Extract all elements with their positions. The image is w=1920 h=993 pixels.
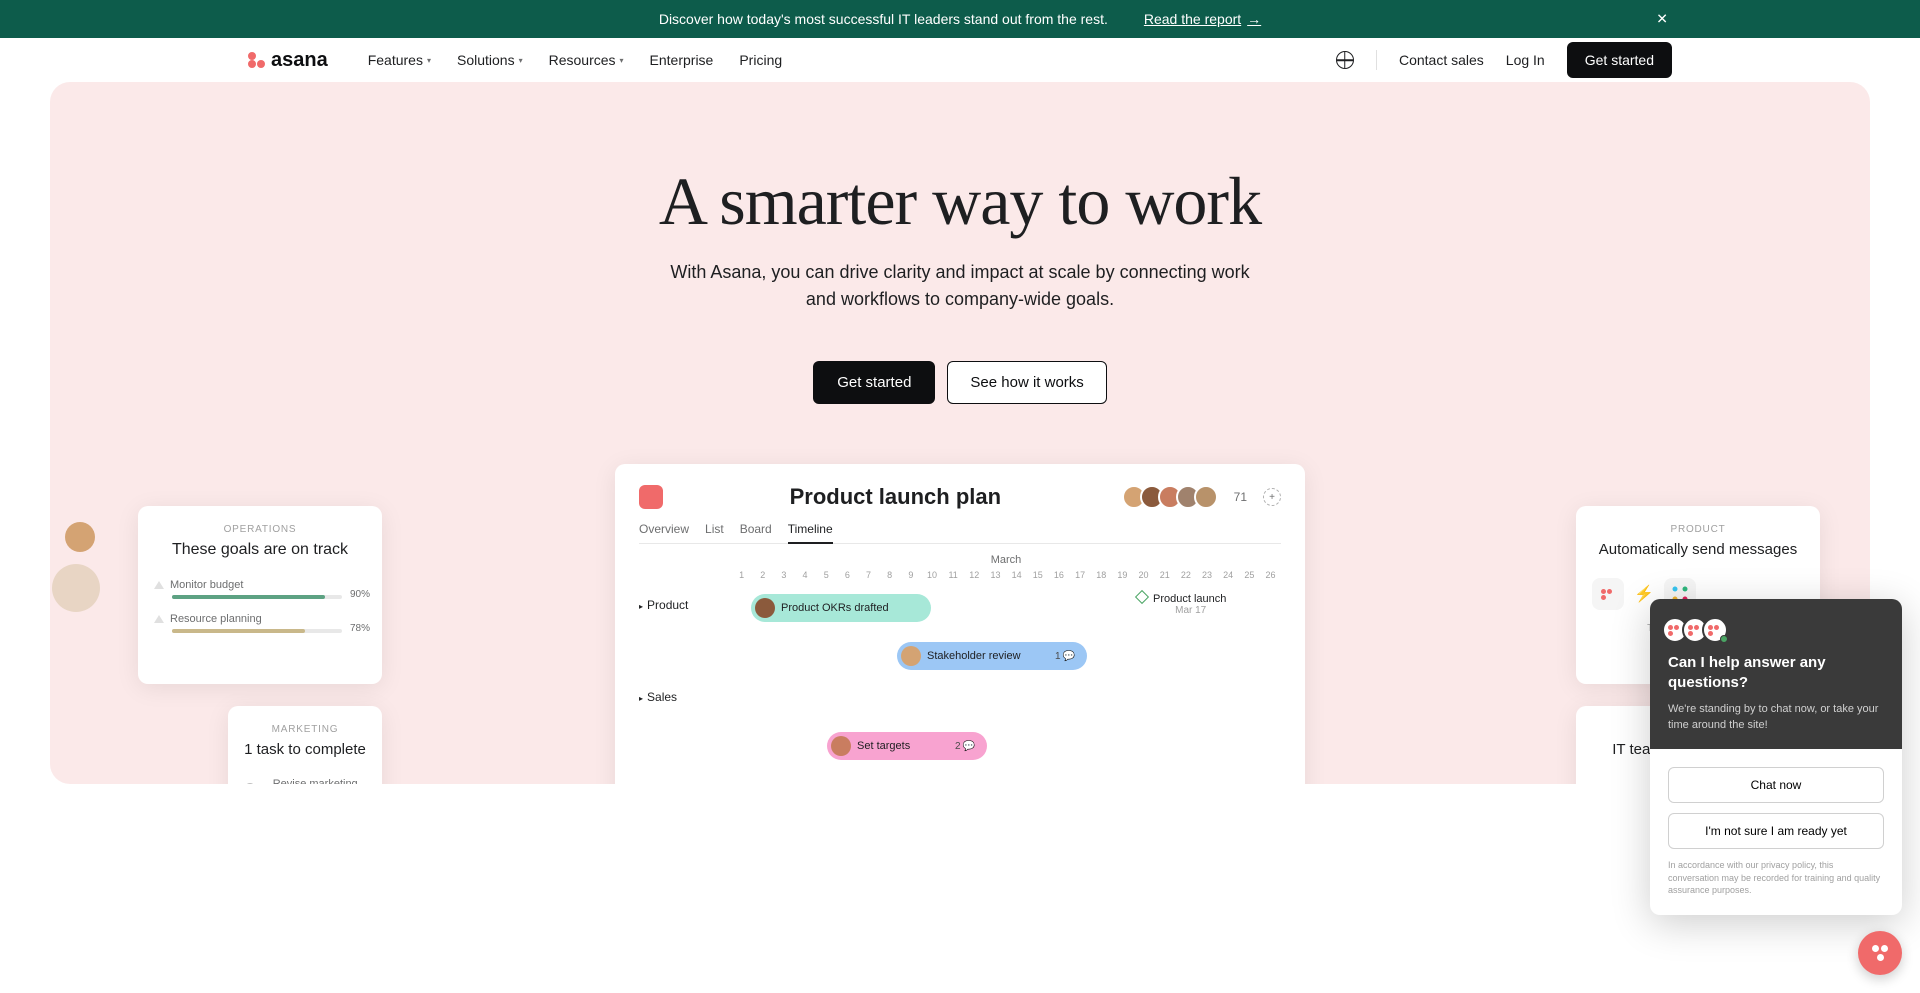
task-pill[interactable]: Product OKRs drafted: [751, 594, 931, 622]
brand-logo[interactable]: asana: [248, 49, 328, 72]
chat-not-ready-button[interactable]: I'm not sure I am ready yet: [1668, 813, 1884, 849]
login-link[interactable]: Log In: [1506, 52, 1545, 68]
project-title: Product launch plan: [673, 484, 1118, 510]
announcement-banner: Discover how today's most successful IT …: [0, 0, 1920, 38]
timeline-days: 1234567891011121314151617181920212223242…: [731, 570, 1281, 580]
nav-pricing[interactable]: Pricing: [739, 52, 782, 68]
goal-label: Resource planning: [170, 613, 262, 625]
triangle-icon: [154, 581, 164, 589]
member-avatars: [1128, 485, 1218, 509]
task-pill[interactable]: Stakeholder review 1 💬: [897, 642, 1087, 670]
card-tag: MARKETING: [244, 724, 366, 735]
hero-title: A smarter way to work: [50, 162, 1870, 241]
project-tabs: Overview List Board Timeline: [639, 522, 1281, 544]
main-nav: asana Features▾ Solutions▾ Resources▾ En…: [0, 38, 1920, 82]
member-count: 71: [1234, 490, 1247, 504]
tab-overview[interactable]: Overview: [639, 522, 689, 537]
banner-text: Discover how today's most successful IT …: [659, 11, 1108, 27]
triangle-icon: [154, 615, 164, 623]
nav-resources[interactable]: Resources▾: [549, 52, 624, 68]
section-sales[interactable]: Sales: [639, 690, 677, 704]
brand-name: asana: [271, 49, 328, 72]
chat-subtitle: We're standing by to chat now, or take y…: [1668, 702, 1884, 733]
check-circle-icon: ✓: [244, 783, 256, 784]
chat-privacy-note: In accordance with our privacy policy, t…: [1668, 859, 1884, 897]
card-tag: PRODUCT: [1592, 524, 1804, 535]
nav-features[interactable]: Features▾: [368, 52, 431, 68]
nav-solutions[interactable]: Solutions▾: [457, 52, 523, 68]
goal-percent: 90%: [350, 589, 370, 600]
marketing-card: MARKETING 1 task to complete ✓ Revise ma…: [228, 706, 382, 784]
chevron-down-icon: ▾: [620, 56, 624, 65]
logo-icon: [248, 52, 265, 68]
card-title: Automatically send messages: [1592, 541, 1804, 558]
avatar: [65, 522, 95, 552]
lightning-icon: ⚡: [1634, 584, 1654, 604]
avatar: [755, 598, 775, 618]
arrow-right-icon: →: [1247, 11, 1261, 27]
tab-board[interactable]: Board: [740, 522, 772, 537]
project-icon: [639, 485, 663, 509]
chat-agent-avatars: [1668, 617, 1884, 643]
add-member-button[interactable]: +: [1263, 488, 1281, 506]
chevron-down-icon: ▾: [519, 56, 523, 65]
globe-icon[interactable]: [1336, 51, 1354, 69]
avatar: [52, 564, 100, 612]
tab-timeline[interactable]: Timeline: [788, 522, 833, 544]
diamond-icon: [1135, 590, 1149, 604]
separator: [1376, 50, 1377, 70]
tab-list[interactable]: List: [705, 522, 724, 537]
hero-get-started-button[interactable]: Get started: [813, 361, 935, 404]
task-pill[interactable]: Set targets 2 💬: [827, 732, 987, 760]
get-started-button[interactable]: Get started: [1567, 42, 1672, 78]
hero-section: A smarter way to work With Asana, you ca…: [50, 82, 1870, 784]
chat-widget: Can I help answer any questions? We're s…: [1650, 599, 1902, 915]
goal-percent: 78%: [350, 623, 370, 634]
contact-sales-link[interactable]: Contact sales: [1399, 52, 1484, 68]
card-tag: OPERATIONS: [154, 524, 366, 535]
card-title: These goals are on track: [154, 541, 366, 559]
timeline-card: Product launch plan 71 + Overview List B…: [615, 464, 1305, 784]
card-title: 1 task to complete: [244, 741, 366, 758]
hero-see-how-button[interactable]: See how it works: [947, 361, 1106, 404]
nav-enterprise[interactable]: Enterprise: [650, 52, 714, 68]
timeline-month: March: [731, 554, 1281, 566]
chat-fab-button[interactable]: [1858, 931, 1902, 975]
chat-title: Can I help answer any questions?: [1668, 653, 1884, 692]
chat-now-button[interactable]: Chat now: [1668, 767, 1884, 803]
close-icon[interactable]: ✕: [1656, 11, 1668, 28]
chevron-down-icon: ▾: [427, 56, 431, 65]
online-status-icon: [1720, 635, 1728, 643]
section-product[interactable]: Product: [639, 598, 688, 612]
product-mockup: OPERATIONS These goals are on track Moni…: [50, 464, 1870, 784]
milestone: Product launch Mar 17: [1137, 592, 1226, 616]
avatar: [831, 736, 851, 756]
task-item: ✓ Revise marketing OKRs: [244, 778, 366, 784]
banner-link[interactable]: Read the report →: [1144, 11, 1261, 27]
avatar: [901, 646, 921, 666]
goal-label: Monitor budget: [170, 579, 243, 591]
operations-card: OPERATIONS These goals are on track Moni…: [138, 506, 382, 684]
hero-subtitle: With Asana, you can drive clarity and im…: [660, 259, 1260, 313]
asana-logo-icon: [1592, 578, 1624, 610]
